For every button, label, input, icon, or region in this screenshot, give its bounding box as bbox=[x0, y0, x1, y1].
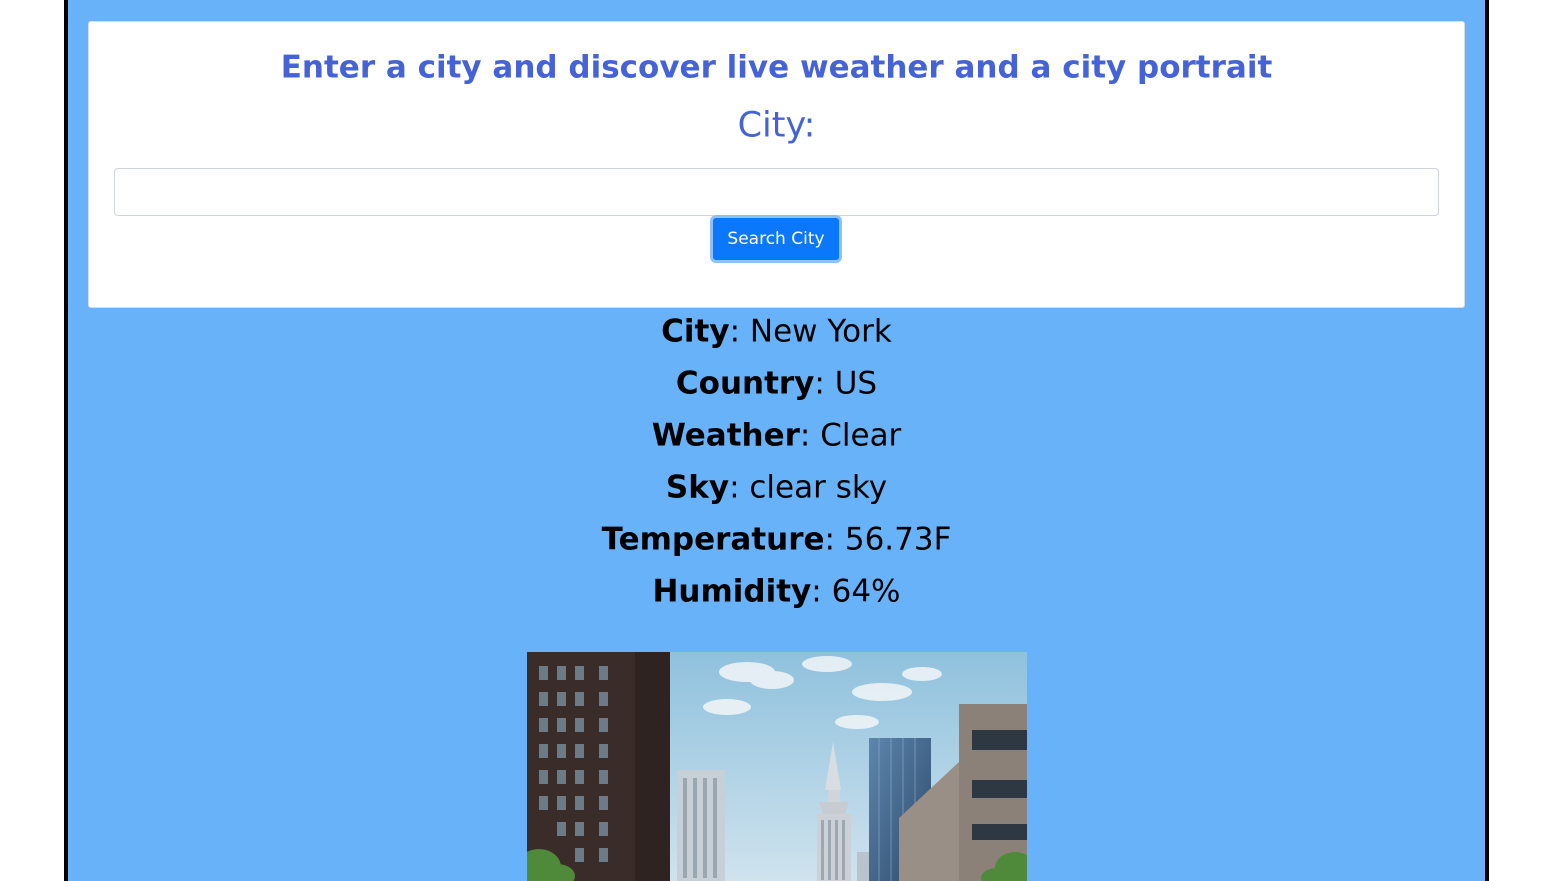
city-label: City: bbox=[737, 105, 816, 146]
app-frame: Enter a city and discover live weather a… bbox=[64, 0, 1489, 881]
city-search-input[interactable] bbox=[114, 168, 1439, 216]
city-portrait-image bbox=[527, 652, 1027, 881]
weather-value-country: US bbox=[834, 365, 878, 402]
weather-label-city: City bbox=[661, 313, 730, 350]
weather-row-sky: Sky: clear sky bbox=[665, 469, 888, 506]
weather-row-country: Country: US bbox=[675, 365, 878, 402]
weather-row-humidity: Humidity: 64% bbox=[652, 573, 901, 610]
weather-label-temperature: Temperature bbox=[601, 521, 825, 558]
weather-label-sky: Sky bbox=[665, 469, 730, 506]
weather-value-humidity: 64% bbox=[831, 573, 901, 610]
search-city-button[interactable]: Search City bbox=[710, 215, 842, 263]
weather-row-weather: Weather: Clear bbox=[651, 417, 902, 454]
weather-label-weather: Weather bbox=[651, 417, 800, 454]
weather-row-temperature: Temperature: 56.73F bbox=[601, 521, 952, 558]
weather-label-country: Country bbox=[675, 365, 815, 402]
weather-label-humidity: Humidity bbox=[652, 573, 812, 610]
weather-value-temperature: 56.73F bbox=[844, 521, 952, 558]
weather-value-city: New York bbox=[749, 313, 892, 350]
weather-value-weather: Clear bbox=[820, 417, 902, 454]
page-title: Enter a city and discover live weather a… bbox=[280, 49, 1273, 86]
weather-row-city: City: New York bbox=[661, 313, 892, 350]
weather-value-sky: clear sky bbox=[749, 469, 888, 506]
search-card: Enter a city and discover live weather a… bbox=[88, 21, 1465, 308]
